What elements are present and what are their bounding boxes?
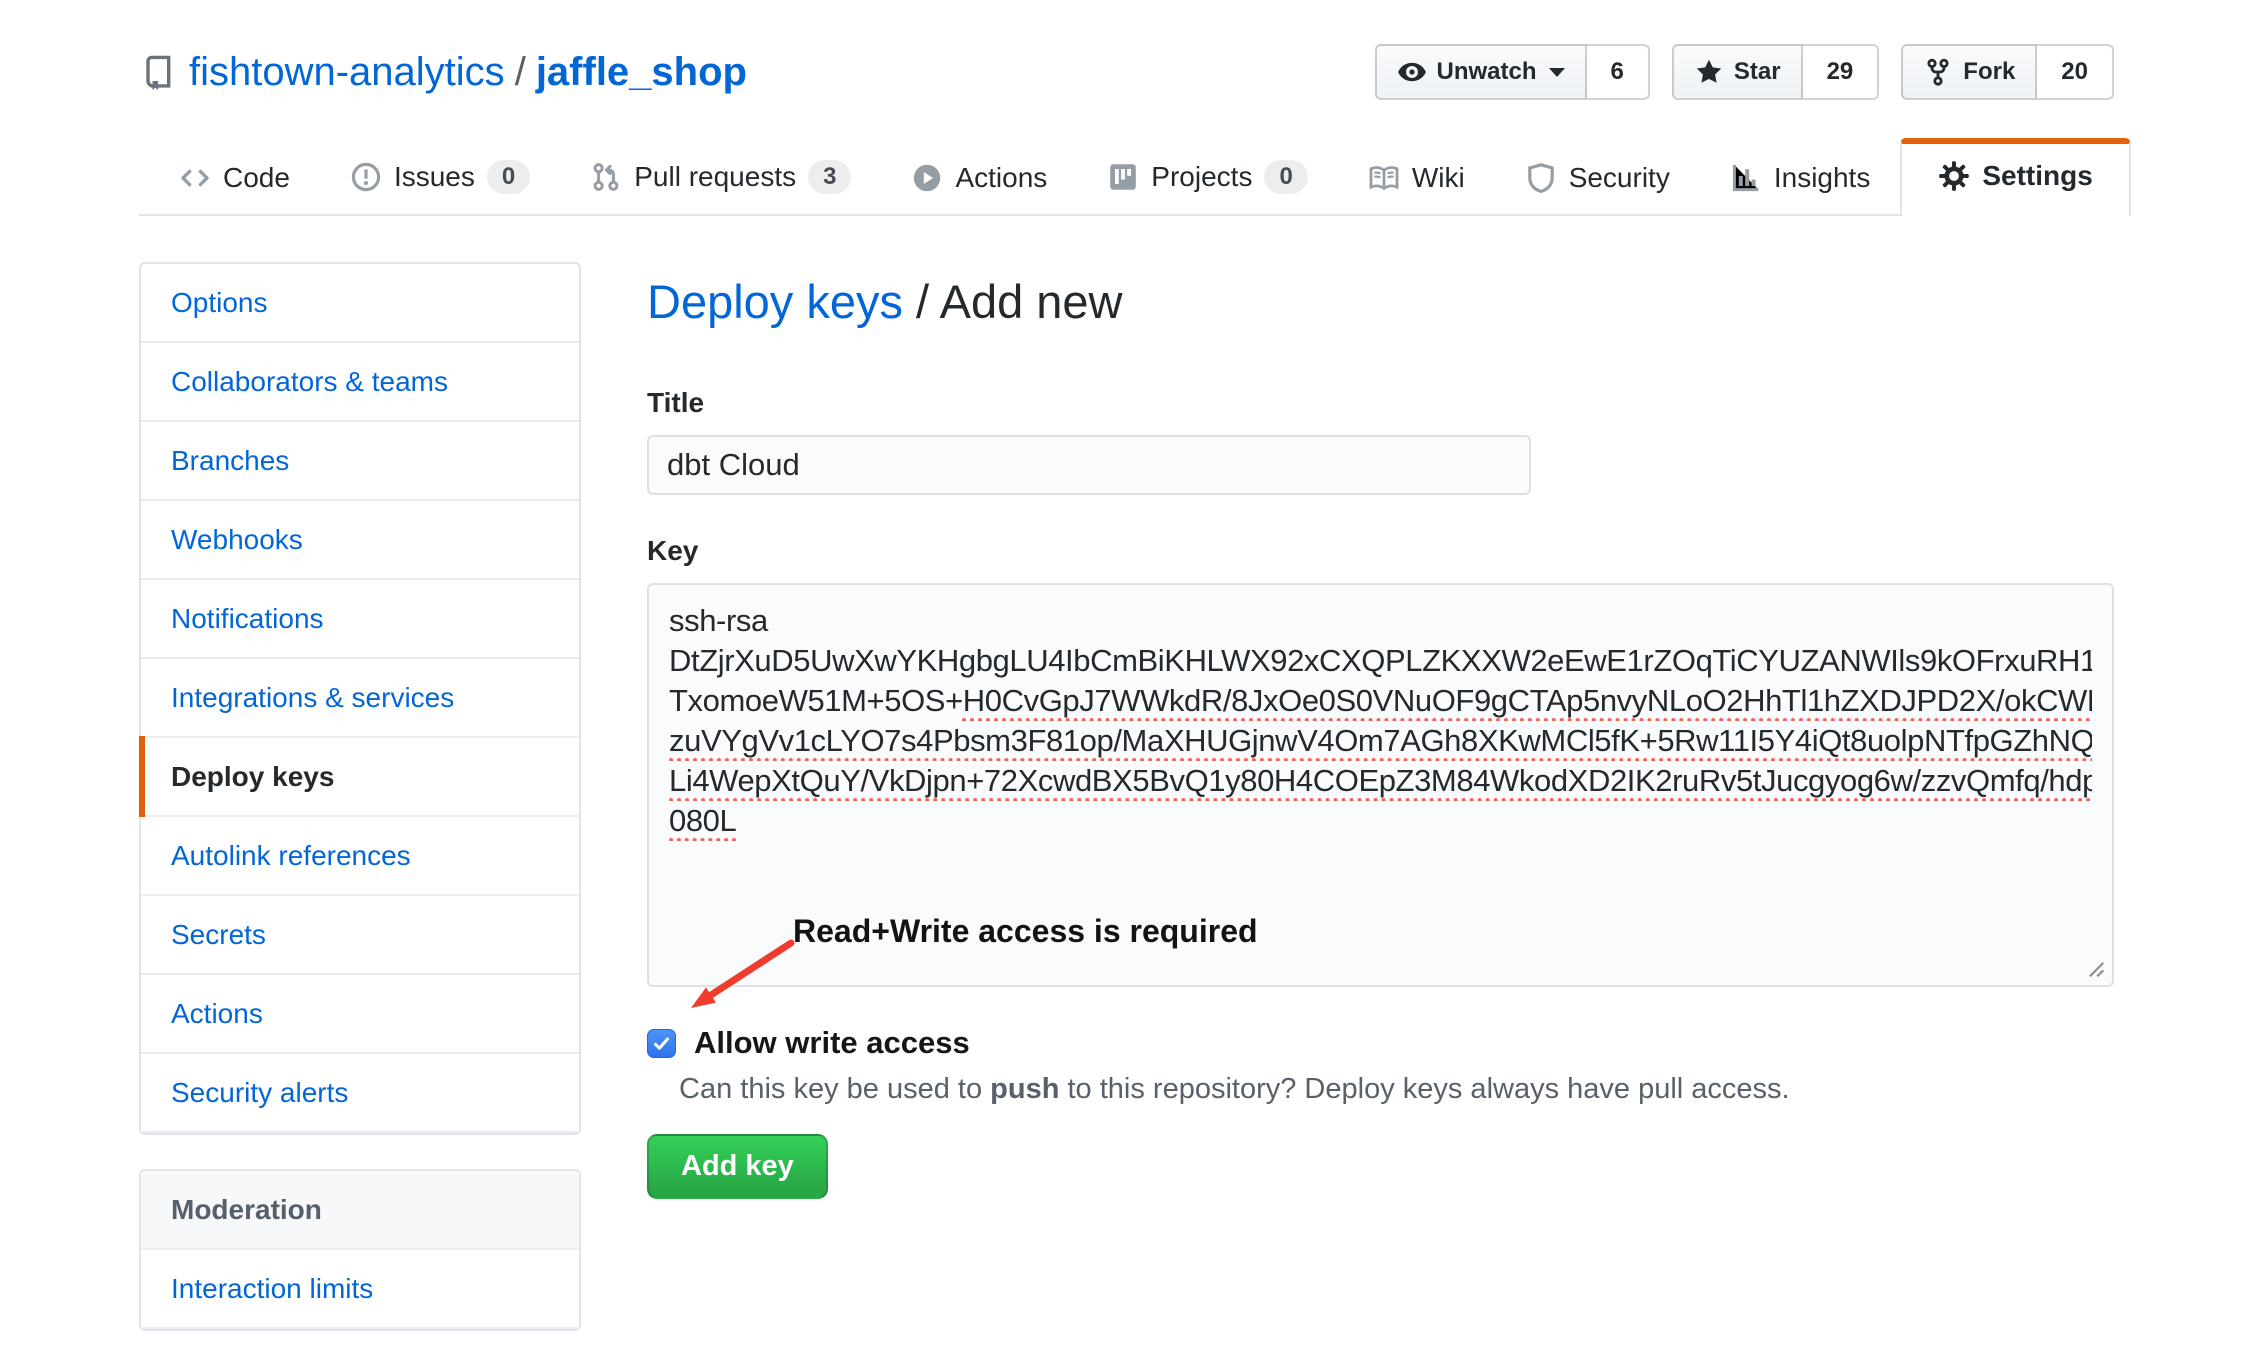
unwatch-button[interactable]: Unwatch bbox=[1375, 44, 1587, 100]
project-icon bbox=[1107, 161, 1139, 193]
watch-button-group: Unwatch 6 bbox=[1375, 44, 1650, 100]
counter-badge: 0 bbox=[1264, 160, 1307, 194]
repo-owner-link[interactable]: fishtown-analytics bbox=[189, 50, 505, 95]
settings-menu: Options Collaborators & teams Branches W… bbox=[139, 262, 581, 1135]
annotation-arrow-icon bbox=[673, 935, 803, 1025]
star-label: Star bbox=[1734, 58, 1781, 86]
moderation-menu: Moderation Interaction limits bbox=[139, 1169, 581, 1331]
issue-opened-icon bbox=[350, 161, 382, 193]
caret-down-icon bbox=[1549, 68, 1565, 77]
allow-write-access-label[interactable]: Allow write access bbox=[694, 1025, 970, 1061]
sidebar-item-deploy-keys[interactable]: Deploy keys bbox=[141, 738, 579, 817]
add-key-button[interactable]: Add key bbox=[647, 1134, 828, 1199]
graph-icon bbox=[1730, 162, 1762, 194]
title-input[interactable] bbox=[647, 435, 1531, 495]
pull-request-icon bbox=[590, 161, 622, 193]
sidebar-item-webhooks[interactable]: Webhooks bbox=[141, 501, 579, 580]
page-title: Deploy keys / Add new bbox=[647, 274, 2114, 329]
deploy-key-form: Deploy keys / Add new Title Key ssh-rsaD… bbox=[647, 262, 2114, 1365]
tab-issues[interactable]: Issues 0 bbox=[320, 144, 560, 214]
sidebar-item-integrations-services[interactable]: Integrations & services bbox=[141, 659, 579, 738]
fork-button[interactable]: Fork bbox=[1901, 44, 2037, 100]
tab-projects[interactable]: Projects 0 bbox=[1077, 144, 1338, 214]
sidebar-item-secrets[interactable]: Secrets bbox=[141, 896, 579, 975]
key-text-line: ssh-rsa bbox=[669, 601, 2092, 641]
watchers-count[interactable]: 6 bbox=[1587, 44, 1650, 100]
read-write-annotation: Read+Write access is required bbox=[793, 913, 1258, 950]
repo-breadcrumb: fishtown-analytics / jaffle_shop bbox=[139, 50, 747, 95]
play-icon bbox=[911, 162, 943, 194]
fork-button-group: Fork 20 bbox=[1901, 44, 2114, 100]
tab-code[interactable]: Code bbox=[149, 146, 320, 214]
allow-write-access-checkbox[interactable] bbox=[647, 1029, 676, 1058]
moderation-header: Moderation bbox=[141, 1171, 579, 1250]
shield-icon bbox=[1525, 162, 1557, 194]
fork-label: Fork bbox=[1963, 58, 2015, 86]
key-text-line: 080L bbox=[669, 801, 2092, 841]
tab-wiki[interactable]: Wiki bbox=[1338, 146, 1495, 214]
repo-name-link[interactable]: jaffle_shop bbox=[536, 50, 747, 95]
tab-settings[interactable]: Settings bbox=[1900, 138, 2130, 216]
deploy-keys-breadcrumb-link[interactable]: Deploy keys bbox=[647, 275, 903, 328]
counter-badge: 3 bbox=[808, 160, 851, 194]
tab-actions[interactable]: Actions bbox=[881, 146, 1077, 214]
title-field-label: Title bbox=[647, 387, 2114, 419]
key-text-line: Li4WepXtQuY/VkDjpn+72XcwdBX5BvQ1y80H4COE… bbox=[669, 761, 2092, 801]
stargazers-count[interactable]: 29 bbox=[1803, 44, 1880, 100]
sidebar-item-branches[interactable]: Branches bbox=[141, 422, 579, 501]
repo-icon bbox=[139, 54, 175, 90]
key-text-line: DtZjrXuD5UwXwYKHgbgLU4IbCmBiKHLWX92xCXQP… bbox=[669, 641, 2092, 681]
tab-pull-requests[interactable]: Pull requests 3 bbox=[560, 144, 881, 214]
counter-badge: 0 bbox=[487, 160, 530, 194]
repo-nav: Code Issues 0 Pull requests 3 Actions Pr… bbox=[139, 138, 2114, 216]
sidebar-item-notifications[interactable]: Notifications bbox=[141, 580, 579, 659]
forks-count[interactable]: 20 bbox=[2037, 44, 2114, 100]
sidebar-item-interaction-limits[interactable]: Interaction limits bbox=[141, 1250, 579, 1329]
sidebar-item-actions[interactable]: Actions bbox=[141, 975, 579, 1054]
repo-header: fishtown-analytics / jaffle_shop Unwatch… bbox=[139, 0, 2114, 100]
star-icon bbox=[1694, 57, 1724, 87]
eye-icon bbox=[1397, 57, 1427, 87]
fork-icon bbox=[1923, 57, 1953, 87]
key-text-line: zuVYgVv1cLYO7s4Pbsm3F81op/MaXHUGjnwV4Om7… bbox=[669, 721, 2092, 761]
code-icon bbox=[179, 162, 211, 194]
key-text-line: TxomoeW51M+5OS+H0CvGpJ7WWkdR/8JxOe0S0VNu… bbox=[669, 681, 2092, 721]
star-button-group: Star 29 bbox=[1672, 44, 1879, 100]
write-access-note: Can this key be used to push to this rep… bbox=[679, 1073, 2114, 1106]
book-icon bbox=[1368, 162, 1400, 194]
repo-path-separator: / bbox=[515, 50, 526, 95]
sidebar-item-security-alerts[interactable]: Security alerts bbox=[141, 1054, 579, 1133]
breadcrumb-current: Add new bbox=[940, 275, 1123, 328]
resize-grip-icon[interactable] bbox=[2085, 958, 2107, 980]
tab-insights[interactable]: Insights bbox=[1700, 146, 1901, 214]
settings-sidebar: Options Collaborators & teams Branches W… bbox=[139, 262, 581, 1365]
key-field-label: Key bbox=[647, 535, 2114, 567]
sidebar-item-options[interactable]: Options bbox=[141, 264, 579, 343]
gear-icon bbox=[1938, 160, 1970, 192]
check-icon bbox=[651, 1033, 672, 1054]
breadcrumb-separator: / bbox=[903, 275, 940, 328]
tab-security[interactable]: Security bbox=[1495, 146, 1700, 214]
sidebar-item-collaborators-teams[interactable]: Collaborators & teams bbox=[141, 343, 579, 422]
unwatch-label: Unwatch bbox=[1437, 58, 1537, 86]
social-buttons: Unwatch 6 Star 29 Fork 20 bbox=[1375, 44, 2114, 100]
star-button[interactable]: Star bbox=[1672, 44, 1803, 100]
sidebar-item-autolink-references[interactable]: Autolink references bbox=[141, 817, 579, 896]
